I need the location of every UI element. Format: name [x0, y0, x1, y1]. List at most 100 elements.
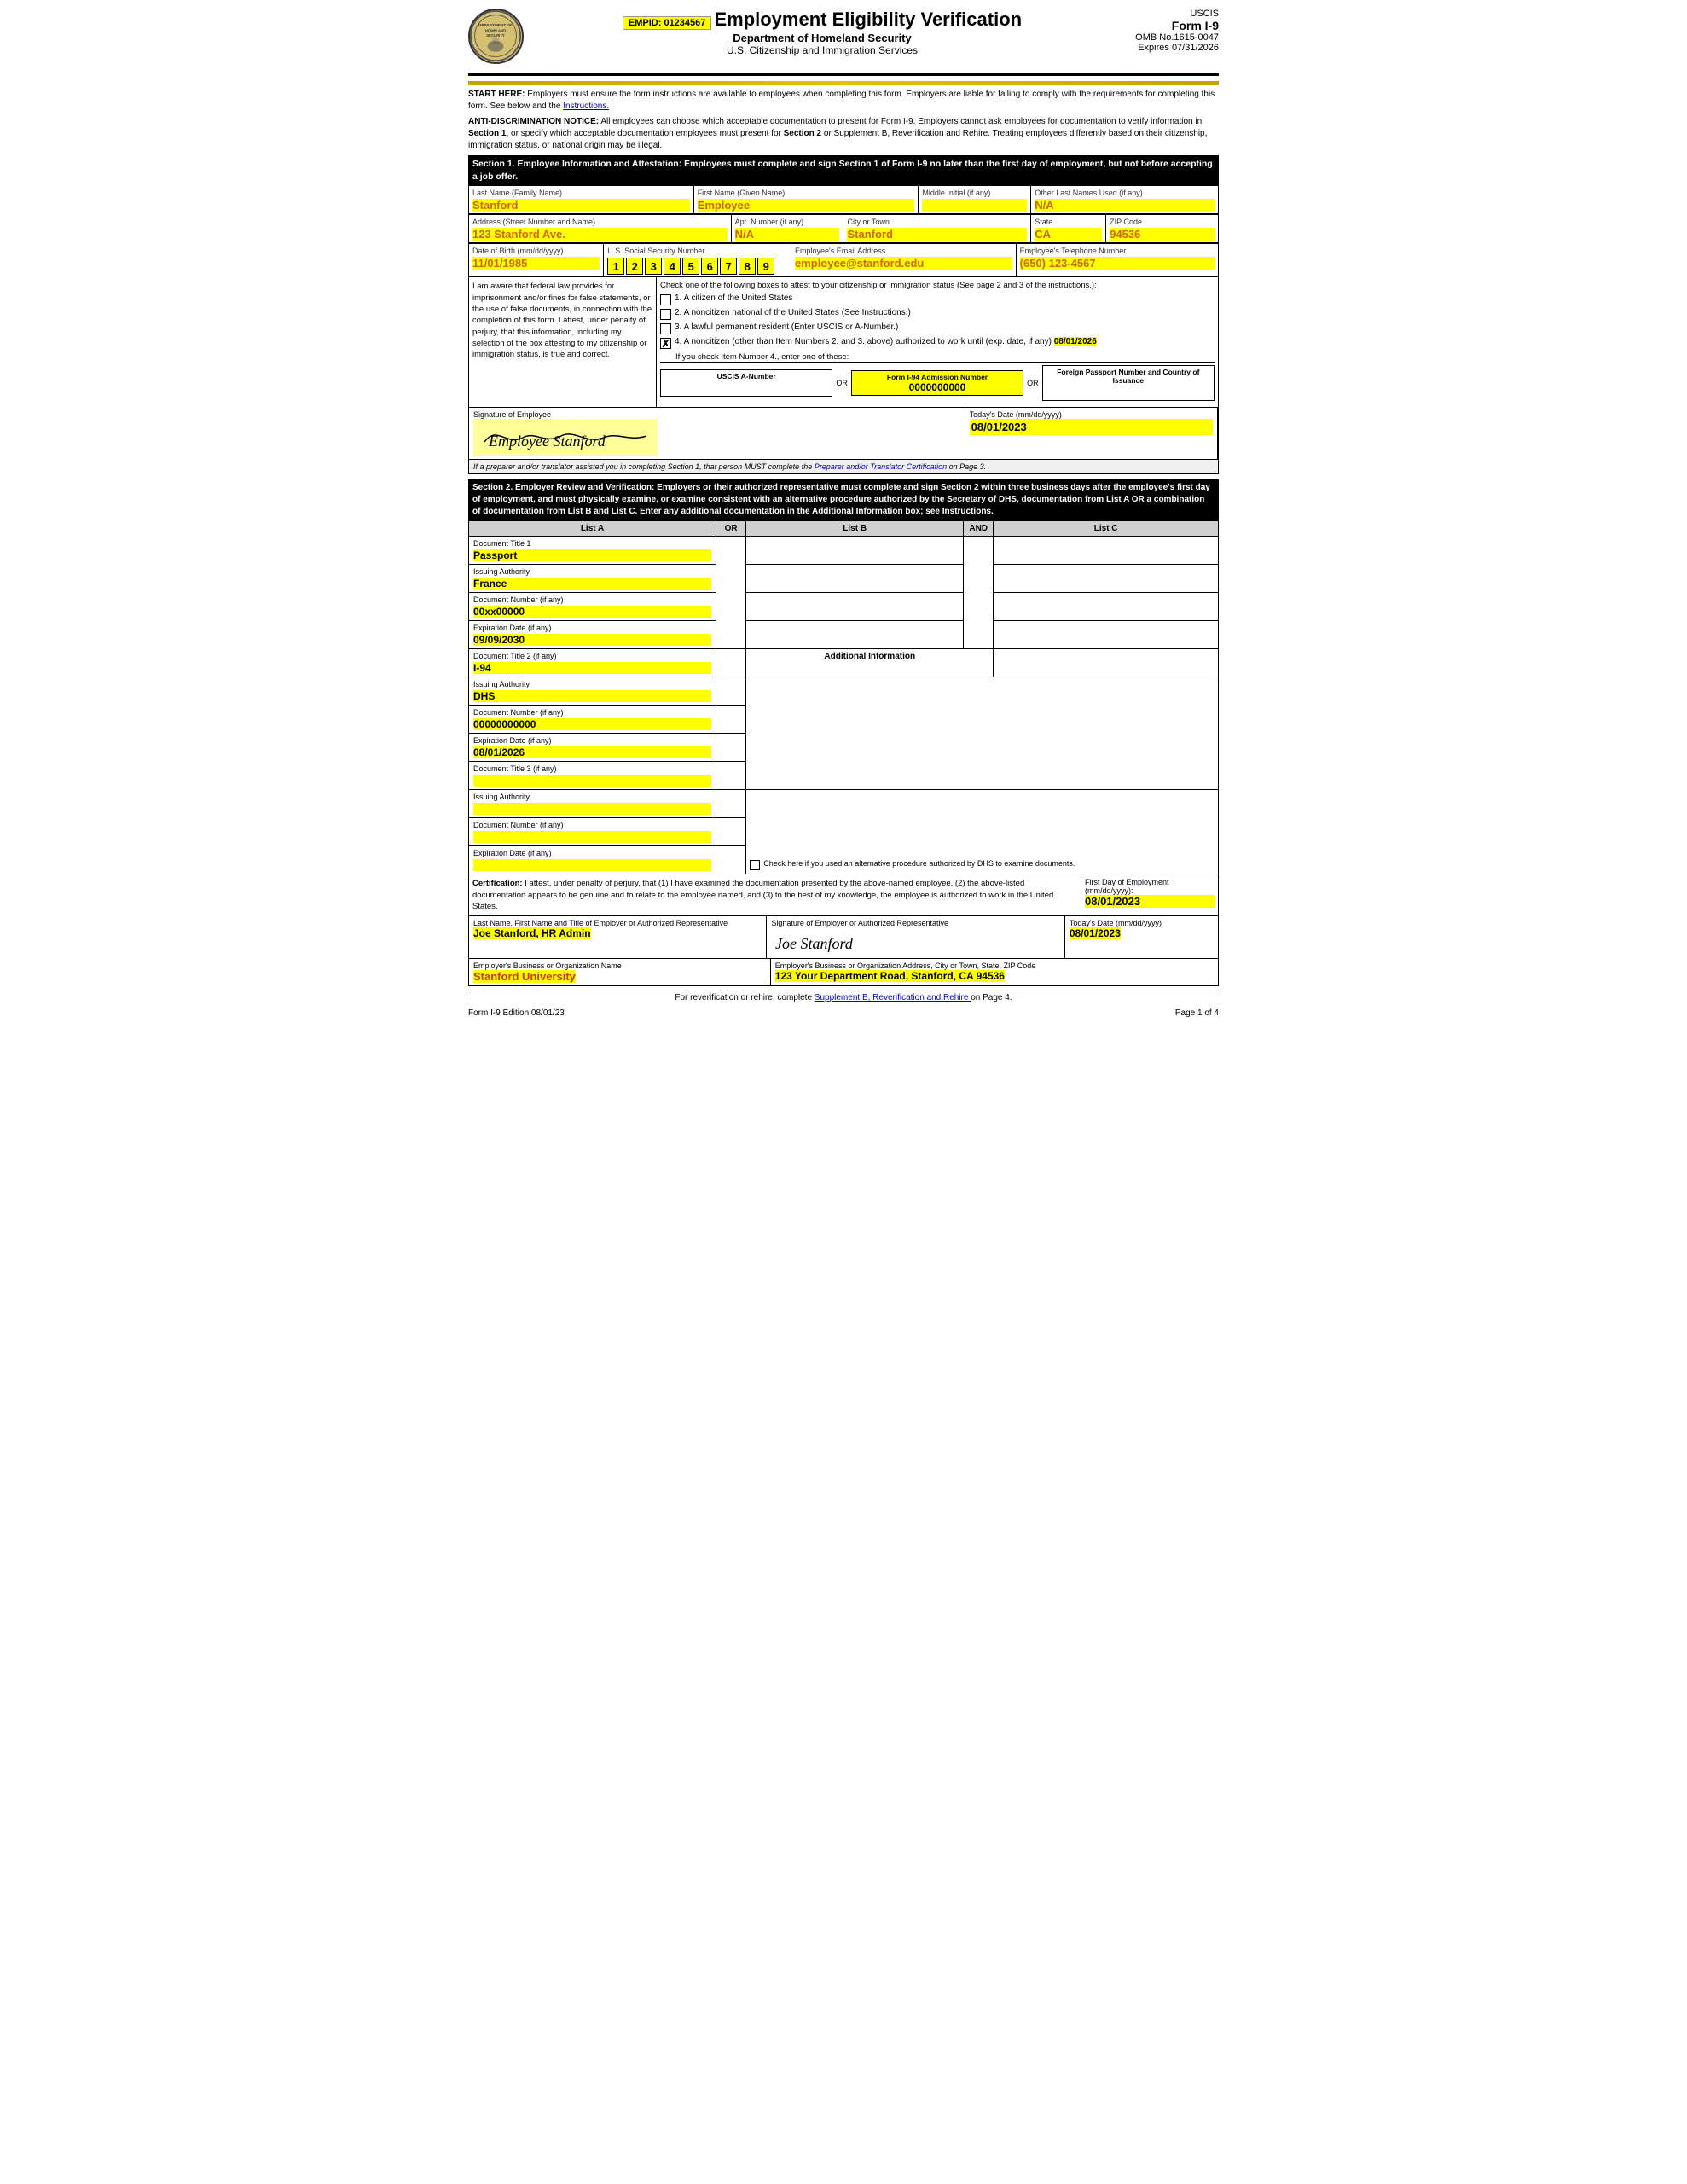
- doc3-issuing-value: [473, 803, 711, 815]
- preparer-link[interactable]: Preparer and/or Translator Certification: [815, 462, 947, 471]
- doc1-number-label: Document Number (if any): [473, 595, 564, 604]
- employer-sig-label: Signature of Employer or Authorized Repr…: [771, 919, 1059, 927]
- checkbox-4[interactable]: [660, 338, 671, 349]
- list-c-header: List C: [994, 521, 1219, 537]
- work-auth-date: 08/01/2026: [1054, 337, 1097, 346]
- certification-section: Certification: I attest, under penalty o…: [468, 874, 1219, 986]
- first-name-label: First Name (Given Name): [698, 189, 786, 197]
- or-s9: [716, 846, 746, 874]
- form94-label: Form I-94 Admission Number: [855, 373, 1019, 381]
- checkbox-3-label: 3. A lawful permanent resident (Enter US…: [675, 322, 898, 332]
- email-cell: Employee's Email Address employee@stanfo…: [791, 244, 1016, 277]
- checkbox-4-label: 4. A noncitizen (other than Item Numbers…: [675, 337, 1097, 346]
- footer-reverif-bar: For reverification or rehire, complete S…: [468, 990, 1219, 1005]
- employer-sig-row: Last Name, First Name and Title of Emplo…: [469, 915, 1218, 958]
- ssn-digit-4: 4: [664, 258, 681, 275]
- ssn-cell: U.S. Social Security Number 1 2 3 4 5 6 …: [604, 244, 791, 277]
- ssn-digit-3: 3: [645, 258, 662, 275]
- list-b-header: List B: [746, 521, 964, 537]
- list-b-exp-cell: [746, 621, 964, 649]
- and-spacer: [964, 537, 994, 649]
- address-cell: Address (Street Number and Name) 123 Sta…: [469, 215, 732, 243]
- attestation-container: I am aware that federal law provides for…: [468, 277, 1219, 408]
- email-value: employee@stanford.edu: [795, 257, 1012, 270]
- doc2-exp-value: 08/01/2026: [473, 746, 711, 758]
- attestation-right: Check one of the following boxes to atte…: [657, 277, 1218, 407]
- or-header: OR: [716, 521, 746, 537]
- doc2-issuing-value: DHS: [473, 690, 711, 702]
- or-s5: [716, 734, 746, 762]
- ssn-digit-9: 9: [757, 258, 774, 275]
- svg-text:Joe Stanford: Joe Stanford: [775, 935, 854, 952]
- checkbox-2[interactable]: [660, 309, 671, 320]
- ssn-label: U.S. Social Security Number: [607, 247, 704, 255]
- email-label: Employee's Email Address: [795, 247, 885, 255]
- employee-sig-label: Signature of Employee: [473, 410, 960, 419]
- org-row: Employer's Business or Organization Name…: [469, 958, 1218, 985]
- dob-cell: Date of Birth (mm/dd/yyyy) 11/01/1985: [469, 244, 604, 277]
- or-s3: [716, 677, 746, 706]
- ssn-digit-2: 2: [626, 258, 643, 275]
- doc2-number-label: Document Number (if any): [473, 708, 564, 717]
- anti-discrimination-notice: ANTI-DISCRIMINATION NOTICE: All employee…: [468, 116, 1219, 152]
- uscis-label: USCIS A-Number: [664, 372, 828, 380]
- first-name-cell: First Name (Given Name) Employee: [693, 186, 919, 214]
- cert-top: Certification: I attest, under penalty o…: [469, 874, 1218, 915]
- start-here-notice: START HERE: Employers must ensure the fo…: [468, 89, 1219, 113]
- doc2-number-cell: Document Number (if any) 00000000000: [469, 706, 716, 734]
- reverif-link[interactable]: Supplement B, Reverification and Rehire: [815, 993, 971, 1002]
- doc1-exp-value: 09/09/2030: [473, 634, 711, 646]
- other-names-cell: Other Last Names Used (if any) N/A: [1031, 186, 1219, 214]
- page-number: Page 1 of 4: [1175, 1008, 1219, 1018]
- doc3-issuing-cell: Issuing Authority: [469, 790, 716, 818]
- uscis-logo: DEPARTMENT OF HOMELAND SECURITY: [468, 9, 528, 68]
- alt-procedure-checkbox[interactable]: [750, 860, 760, 870]
- instructions-link[interactable]: Instructions.: [563, 102, 609, 111]
- checkbox-3[interactable]: [660, 323, 671, 334]
- ssn-boxes: 1 2 3 4 5 6 7 8 9: [607, 258, 787, 275]
- other-names-label: Other Last Names Used (if any): [1035, 189, 1143, 197]
- header-center: EMPID: 01234567 Employment Eligibility V…: [536, 9, 1108, 56]
- svg-text:Employee Stanford: Employee Stanford: [488, 433, 606, 450]
- doc1-exp-label: Expiration Date (if any): [473, 624, 552, 632]
- header-right: USCIS Form I-9 OMB No.1615-0047 Expires …: [1108, 9, 1219, 53]
- gold-divider: [468, 81, 1219, 85]
- phone-label: Employee's Telephone Number: [1020, 247, 1127, 255]
- middle-initial-cell: Middle Initial (if any): [919, 186, 1031, 214]
- cert-date: First Day of Employment (mm/dd/yyyy): 08…: [1081, 874, 1218, 915]
- ssn-digit-6: 6: [701, 258, 718, 275]
- apt-cell: Apt. Number (if any) N/A: [731, 215, 844, 243]
- doc3-issuing-label: Issuing Authority: [473, 793, 530, 801]
- checkbox-1-label: 1. A citizen of the United States: [675, 293, 792, 303]
- org-address-cell: Employer's Business or Organization Addr…: [771, 959, 1218, 985]
- first-day-value: 08/01/2023: [1085, 895, 1215, 908]
- ssn-digit-8: 8: [739, 258, 756, 275]
- doc2-issuing-row: Issuing Authority DHS: [469, 677, 1219, 706]
- or-s4: [716, 706, 746, 734]
- ssn-digit-7: 7: [720, 258, 737, 275]
- doc2-issuing-cell: Issuing Authority DHS: [469, 677, 716, 706]
- and-header: AND: [964, 521, 994, 537]
- dob-label: Date of Birth (mm/dd/yyyy): [472, 247, 564, 255]
- checkbox-1[interactable]: [660, 294, 671, 305]
- employer-name-label: Last Name, First Name and Title of Emplo…: [473, 919, 762, 927]
- employer-name-cell: Last Name, First Name and Title of Emplo…: [469, 916, 767, 958]
- add-info-label: Additional Information: [746, 649, 994, 677]
- alt-procedure-row: Check here if you used an alternative pr…: [750, 859, 1215, 870]
- name-row-table: Last Name (Family Name) Stanford First N…: [468, 185, 1219, 214]
- doc2-issuing-label: Issuing Authority: [473, 680, 530, 688]
- doc1-issuing-cell: Issuing Authority France: [469, 565, 716, 593]
- attestation-left-text: I am aware that federal law provides for…: [469, 277, 657, 407]
- omb-number: OMB No.1615-0047: [1108, 32, 1219, 43]
- checkbox-row-4: 4. A noncitizen (other than Item Numbers…: [660, 337, 1215, 349]
- list-c-exp-cell: [994, 621, 1219, 649]
- or-s6: [716, 762, 746, 790]
- city-label: City or Town: [847, 218, 889, 226]
- attestation-instruction: Check one of the following boxes to atte…: [660, 281, 1215, 290]
- page-footer: Form I-9 Edition 08/01/23 Page 1 of 4: [468, 1008, 1219, 1018]
- org-name-label: Employer's Business or Organization Name: [473, 961, 766, 970]
- page-header: DEPARTMENT OF HOMELAND SECURITY EMPID: 0…: [468, 9, 1219, 76]
- employer-date-value: 08/01/2023: [1070, 927, 1121, 939]
- or-spacer2: [716, 649, 746, 677]
- logo-circle: DEPARTMENT OF HOMELAND SECURITY: [468, 9, 524, 64]
